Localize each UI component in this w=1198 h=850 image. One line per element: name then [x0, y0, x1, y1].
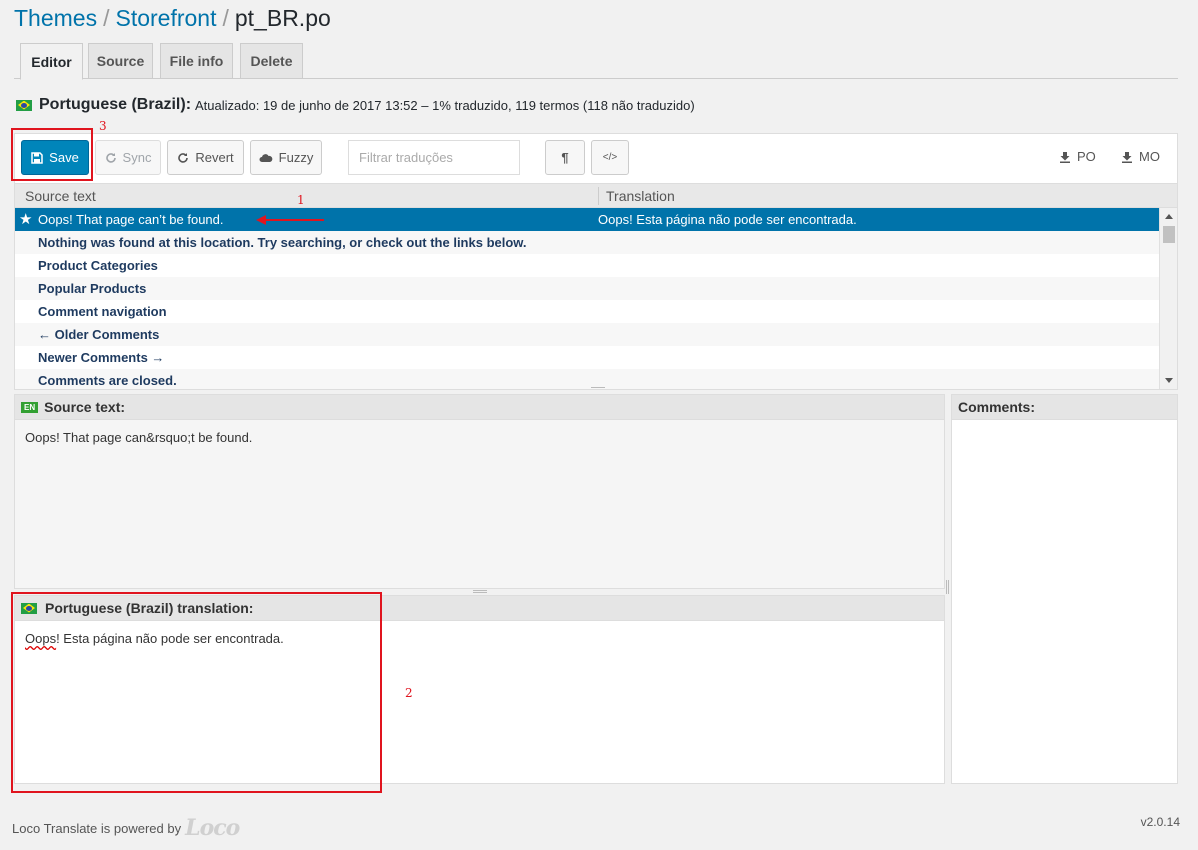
cloud-icon	[259, 153, 272, 162]
powered-by-text: Loco Translate is powered by	[12, 820, 182, 836]
language-header: Portuguese (Brazil): Atualizado: 19 de j…	[16, 96, 695, 114]
loco-logo[interactable]: Loco	[185, 815, 240, 841]
language-name: Portuguese (Brazil):	[39, 96, 192, 113]
download-icon	[1122, 151, 1132, 163]
row-source-text: Popular Products	[38, 281, 147, 296]
download-icon	[1060, 151, 1070, 163]
row-source-text: Oops! That page can’t be found.	[38, 212, 224, 227]
comments-pane: Comments:	[951, 394, 1178, 784]
language-meta: Atualizado: 19 de junho de 2017 13:52 – …	[195, 97, 695, 113]
breadcrumb-separator: /	[222, 5, 229, 31]
fuzzy-label: Fuzzy	[278, 150, 314, 165]
grid-header: Source text Translation	[15, 184, 1177, 208]
tab-editor[interactable]: Editor	[20, 43, 83, 80]
grid-scrollbar[interactable]	[1159, 208, 1177, 389]
table-row[interactable]: Nothing was found at this location. Try …	[15, 231, 1161, 254]
row-source-text: Nothing was found at this location. Try …	[38, 235, 527, 250]
pane-resize-handle[interactable]	[473, 590, 487, 593]
invisibles-button[interactable]: ¶	[545, 140, 585, 175]
scroll-down-icon[interactable]	[1165, 378, 1173, 383]
tab-file-info[interactable]: File info	[160, 43, 233, 79]
code-view-button[interactable]: </>	[591, 140, 629, 175]
footer: Loco Translate is powered by Loco	[12, 815, 240, 841]
download-mo-label: MO	[1139, 149, 1160, 164]
source-text-pane: EN Source text: Oops! That page can&rsqu…	[14, 394, 945, 589]
filter-translations-input[interactable]	[348, 140, 520, 175]
en-badge: EN	[21, 401, 39, 413]
table-row[interactable]: Product Categories	[15, 254, 1161, 277]
fuzzy-button[interactable]: Fuzzy	[250, 140, 322, 175]
row-source-text: Comment navigation	[38, 304, 167, 319]
source-pane-title: Source text:	[44, 399, 126, 415]
breadcrumb: Themes / Storefront / pt_BR.po	[14, 4, 331, 32]
source-pane-header: EN Source text:	[15, 395, 944, 420]
annotation-box-translation	[11, 592, 382, 793]
column-divider[interactable]	[598, 187, 599, 205]
row-source-text: Product Categories	[38, 258, 158, 273]
row-translation-text: Oops! Esta página não pode ser encontrad…	[598, 212, 857, 227]
annotation-box-save	[11, 128, 93, 181]
annotation-number-3: 3	[99, 119, 107, 133]
revert-icon	[178, 152, 189, 163]
breadcrumb-separator: /	[103, 5, 110, 31]
sync-label: Sync	[122, 150, 152, 165]
grid-rows: ★ Oops! That page can’t be found. Oops! …	[15, 208, 1161, 389]
table-row[interactable]: Popular Products	[15, 277, 1161, 300]
revert-button[interactable]: Revert	[167, 140, 244, 175]
download-mo-button[interactable]: MO	[1121, 149, 1160, 164]
vertical-resize-handle[interactable]	[946, 580, 949, 594]
row-source-text: Comments are closed.	[38, 373, 177, 388]
annotation-arrow-icon	[256, 215, 324, 225]
tab-source[interactable]: Source	[88, 43, 153, 79]
comments-pane-title: Comments:	[958, 399, 1036, 415]
messages-grid: Source text Translation ★ Oops! That pag…	[14, 183, 1178, 390]
scroll-up-icon[interactable]	[1165, 214, 1173, 219]
code-icon: </>	[602, 152, 618, 163]
star-icon: ★	[19, 211, 33, 228]
annotation-number-2: 2	[405, 686, 413, 700]
row-source-text: ← Older Comments	[38, 327, 160, 342]
tab-delete[interactable]: Delete	[240, 43, 303, 79]
sync-button[interactable]: Sync	[95, 140, 161, 175]
table-row[interactable]: ← Older Comments	[15, 323, 1161, 346]
table-row[interactable]: Newer Comments →	[15, 346, 1161, 369]
tab-bar: Editor Source File info Delete	[14, 43, 1178, 80]
scroll-thumb[interactable]	[1163, 226, 1175, 243]
pilcrow-icon: ¶	[561, 150, 569, 165]
page-title: pt_BR.po	[234, 5, 331, 31]
revert-label: Revert	[195, 150, 234, 165]
download-po-button[interactable]: PO	[1059, 149, 1096, 164]
comments-pane-header: Comments:	[952, 395, 1177, 420]
column-header-translation[interactable]: Translation	[606, 188, 675, 204]
breadcrumb-themes-link[interactable]: Themes	[14, 5, 97, 31]
source-text-content: Oops! That page can&rsquo;t be found.	[15, 420, 944, 588]
download-po-label: PO	[1077, 149, 1096, 164]
version-label: v2.0.14	[1140, 815, 1180, 829]
annotation-number-1: 1	[297, 193, 305, 207]
brazil-flag-icon	[16, 99, 32, 111]
refresh-icon	[105, 152, 116, 163]
column-header-source[interactable]: Source text	[25, 188, 96, 204]
row-source-text: Newer Comments →	[38, 350, 165, 365]
table-row[interactable]: Comment navigation	[15, 300, 1161, 323]
table-row[interactable]: Comments are closed.	[15, 369, 1161, 389]
grid-resize-handle[interactable]	[591, 387, 605, 389]
table-row[interactable]: ★ Oops! That page can’t be found. Oops! …	[15, 208, 1161, 231]
editor-toolbar: Save Sync Revert Fuzzy ¶ </> PO MO	[14, 133, 1178, 183]
breadcrumb-storefront-link[interactable]: Storefront	[115, 5, 216, 31]
